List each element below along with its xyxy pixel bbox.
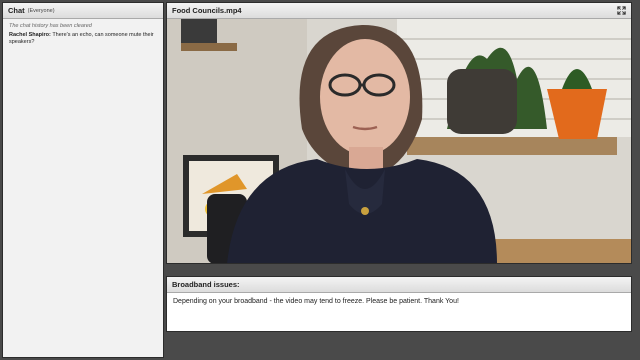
chat-body: The chat history has been cleared Rachel… [3, 19, 163, 357]
video-title: Food Councils.mp4 [172, 6, 242, 15]
notes-pod-header[interactable]: Broadband issues: [167, 277, 631, 293]
video-frame [167, 19, 631, 263]
video-pod: Food Councils.mp4 [166, 2, 632, 264]
chat-pod: Chat (Everyone) The chat history has bee… [2, 2, 164, 358]
chat-message: Rachel Shapiro: There's an echo, can som… [9, 32, 157, 46]
chat-title: Chat [8, 6, 25, 15]
notes-body: Depending on your broadband - the video … [167, 293, 631, 310]
notes-text: Depending on your broadband - the video … [173, 298, 459, 305]
chat-cleared-notice: The chat history has been cleared [9, 23, 92, 29]
chat-pod-header[interactable]: Chat (Everyone) [3, 3, 163, 19]
video-pod-header[interactable]: Food Councils.mp4 [167, 3, 631, 19]
notes-title: Broadband issues: [172, 280, 240, 289]
chat-message-sender: Rachel Shapiro: [9, 32, 51, 38]
chat-scope: (Everyone) [27, 7, 55, 14]
video-player[interactable] [167, 19, 631, 263]
fullscreen-icon[interactable] [617, 6, 626, 15]
broadband-notes-pod: Broadband issues: Depending on your broa… [166, 276, 632, 332]
